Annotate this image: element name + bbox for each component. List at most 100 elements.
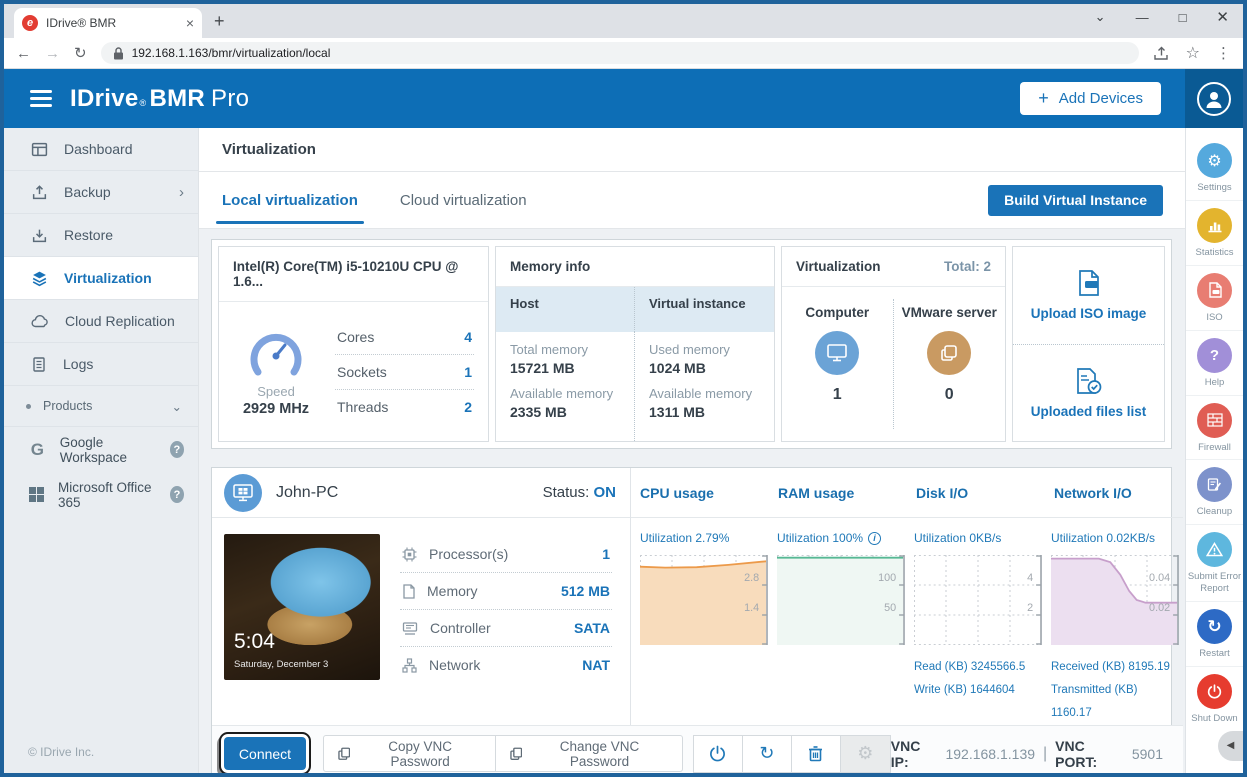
ram-usage-plot: 10050 (777, 555, 905, 645)
window-minimize-icon[interactable]: — (1136, 10, 1149, 25)
collapse-arrow-icon: ◀ (1227, 740, 1235, 751)
collapse-rail-button[interactable]: ◀ (1218, 731, 1243, 761)
tab-close-icon[interactable]: × (186, 15, 194, 31)
brand-product: BMR (149, 85, 205, 113)
restart-icon: ↻ (759, 743, 774, 764)
products-label: Products (43, 399, 92, 413)
copy-vnc-label: Copy VNC Password (359, 739, 480, 769)
account-zone[interactable] (1185, 69, 1243, 128)
gear-icon: ⚙ (857, 743, 873, 764)
bullet-icon (26, 404, 31, 409)
vm-settings-button[interactable]: ⚙ (841, 736, 890, 772)
controller-value: SATA (574, 620, 610, 636)
sidebar-item-logs[interactable]: Logs (4, 343, 198, 386)
network-transmitted-stat: Transmitted (KB) 1160.17 (1051, 679, 1179, 725)
window-maximize-icon[interactable]: □ (1179, 10, 1187, 25)
svg-text:0.02: 0.02 (1149, 602, 1170, 614)
change-vnc-password-button[interactable]: Change VNC Password (496, 735, 683, 772)
computer-column: Computer 1 (782, 299, 894, 429)
browser-tab[interactable]: e IDrive® BMR × (14, 8, 202, 38)
share-icon[interactable] (1153, 46, 1170, 61)
tab-local-virtualization[interactable]: Local virtualization (222, 172, 358, 229)
warning-triangle-icon (1197, 532, 1232, 567)
sidebar-products-toggle[interactable]: Products ⌄ (4, 386, 198, 427)
rail-label: Firewall (1198, 442, 1231, 454)
reload-icon[interactable]: ↻ (74, 44, 87, 62)
sidebar-item-microsoft-office-365[interactable]: Microsoft Office 365 ? (4, 472, 198, 517)
power-off-button[interactable] (694, 736, 743, 772)
bookmark-star-icon[interactable]: ☆ (1186, 43, 1200, 63)
connect-button[interactable]: Connect (224, 737, 306, 770)
sidebar-item-dashboard[interactable]: Dashboard (4, 128, 198, 171)
window-menu-icon[interactable]: ⌄ (1095, 9, 1106, 25)
back-icon[interactable]: ← (16, 45, 31, 62)
lock-icon (113, 47, 124, 60)
vnc-ip-value: 192.168.1.139 (945, 746, 1035, 762)
rail-item-cleanup[interactable]: Cleanup (1186, 460, 1243, 525)
lockscreen-date: Saturday, December 3 (234, 659, 328, 670)
memory-value: 512 MB (561, 583, 610, 599)
rail-item-iso[interactable]: ISO (1186, 266, 1243, 331)
rail-label: Restart (1199, 648, 1230, 660)
favicon-icon: e (22, 15, 38, 31)
sidebar-item-restore[interactable]: Restore (4, 214, 198, 257)
cleanup-icon (1197, 467, 1232, 502)
vm-details: Processor(s) 1 Memory 512 MB Controller (400, 534, 612, 715)
forward-icon[interactable]: → (45, 45, 60, 62)
cpu-info-card: Intel(R) Core(TM) i5-10210U CPU @ 1.6...… (218, 246, 489, 442)
browser-menu-icon[interactable]: ⋮ (1216, 44, 1231, 62)
usage-charts-section: CPU usage RAM usage Disk I/O Network I/O… (630, 468, 1183, 725)
copy-vnc-password-button[interactable]: Copy VNC Password (323, 735, 496, 772)
window-close-icon[interactable]: ✕ (1216, 8, 1229, 26)
sidebar-item-backup[interactable]: Backup › (4, 171, 198, 214)
rail-item-help[interactable]: ? Help (1186, 331, 1243, 396)
speed-gauge-icon (245, 327, 307, 381)
restart-vm-button[interactable]: ↻ (743, 736, 792, 772)
processor-icon (402, 547, 417, 562)
new-tab-button[interactable]: + (214, 11, 225, 32)
info-icon[interactable]: i (868, 532, 881, 545)
virtualization-tabbar: Local virtualization Cloud virtualizatio… (199, 172, 1185, 229)
delete-vm-button[interactable] (792, 736, 841, 772)
rail-item-shut-down[interactable]: Shut Down (1186, 667, 1243, 731)
sidebar-item-virtualization[interactable]: Virtualization (4, 257, 198, 300)
person-icon (1203, 88, 1225, 110)
rail-item-firewall[interactable]: Firewall (1186, 396, 1243, 461)
sidebar-item-label: Backup (64, 184, 111, 200)
svg-text:50: 50 (884, 602, 896, 614)
connect-highlight-ring: Connect (219, 732, 311, 773)
vmware-label: VMware server (902, 305, 997, 320)
help-badge-icon[interactable]: ? (170, 441, 184, 458)
cpu-card-title: Intel(R) Core(TM) i5-10210U CPU @ 1.6... (233, 259, 474, 289)
cpu-usage-chart: Utilization 2.79% 2.81.4 (631, 530, 768, 725)
used-memory-label: Used memory (649, 342, 760, 357)
hamburger-menu-icon[interactable] (30, 90, 52, 107)
iso-card: Upload ISO image Uploaded files list (1012, 246, 1165, 442)
controller-label: Controller (430, 620, 491, 636)
build-virtual-instance-button[interactable]: Build Virtual Instance (988, 185, 1163, 216)
rail-item-statistics[interactable]: Statistics (1186, 201, 1243, 266)
ram-usage-chart: Utilization 100%i 10050 (768, 530, 905, 725)
memory-column-virtual-instance: Virtual instance (635, 287, 774, 332)
vm-body: 5:04 Saturday, December 3 Processor(s) 1 (212, 518, 630, 725)
add-devices-button[interactable]: + Add Devices (1020, 82, 1161, 115)
url-bar[interactable]: 192.168.1.163/bmr/virtualization/local (101, 42, 1139, 64)
rail-label: ISO (1206, 312, 1222, 324)
help-badge-icon[interactable]: ? (170, 486, 184, 503)
vmware-count: 0 (945, 386, 954, 404)
vnc-port-value: 5901 (1132, 746, 1163, 762)
uploaded-files-link[interactable]: Uploaded files list (1013, 345, 1164, 442)
rail-item-submit-error-report[interactable]: Submit Error Report (1186, 525, 1243, 602)
rail-item-restart[interactable]: ↻ Restart (1186, 602, 1243, 667)
restore-icon (31, 227, 48, 244)
rail-item-settings[interactable]: ⚙ Settings (1186, 136, 1243, 201)
restart-icon: ↻ (1197, 609, 1232, 644)
sidebar-item-google-workspace[interactable]: G Google Workspace ? (4, 427, 198, 472)
vm-screen-thumbnail[interactable]: 5:04 Saturday, December 3 (224, 534, 380, 680)
disk-write-stat: Write (KB) 1644604 (914, 679, 1042, 702)
tab-cloud-virtualization[interactable]: Cloud virtualization (400, 172, 527, 229)
upload-iso-link[interactable]: Upload ISO image (1013, 247, 1164, 345)
uploaded-files-label: Uploaded files list (1031, 404, 1147, 419)
user-avatar[interactable] (1197, 82, 1231, 116)
sidebar-item-cloud-replication[interactable]: Cloud Replication (4, 300, 198, 343)
